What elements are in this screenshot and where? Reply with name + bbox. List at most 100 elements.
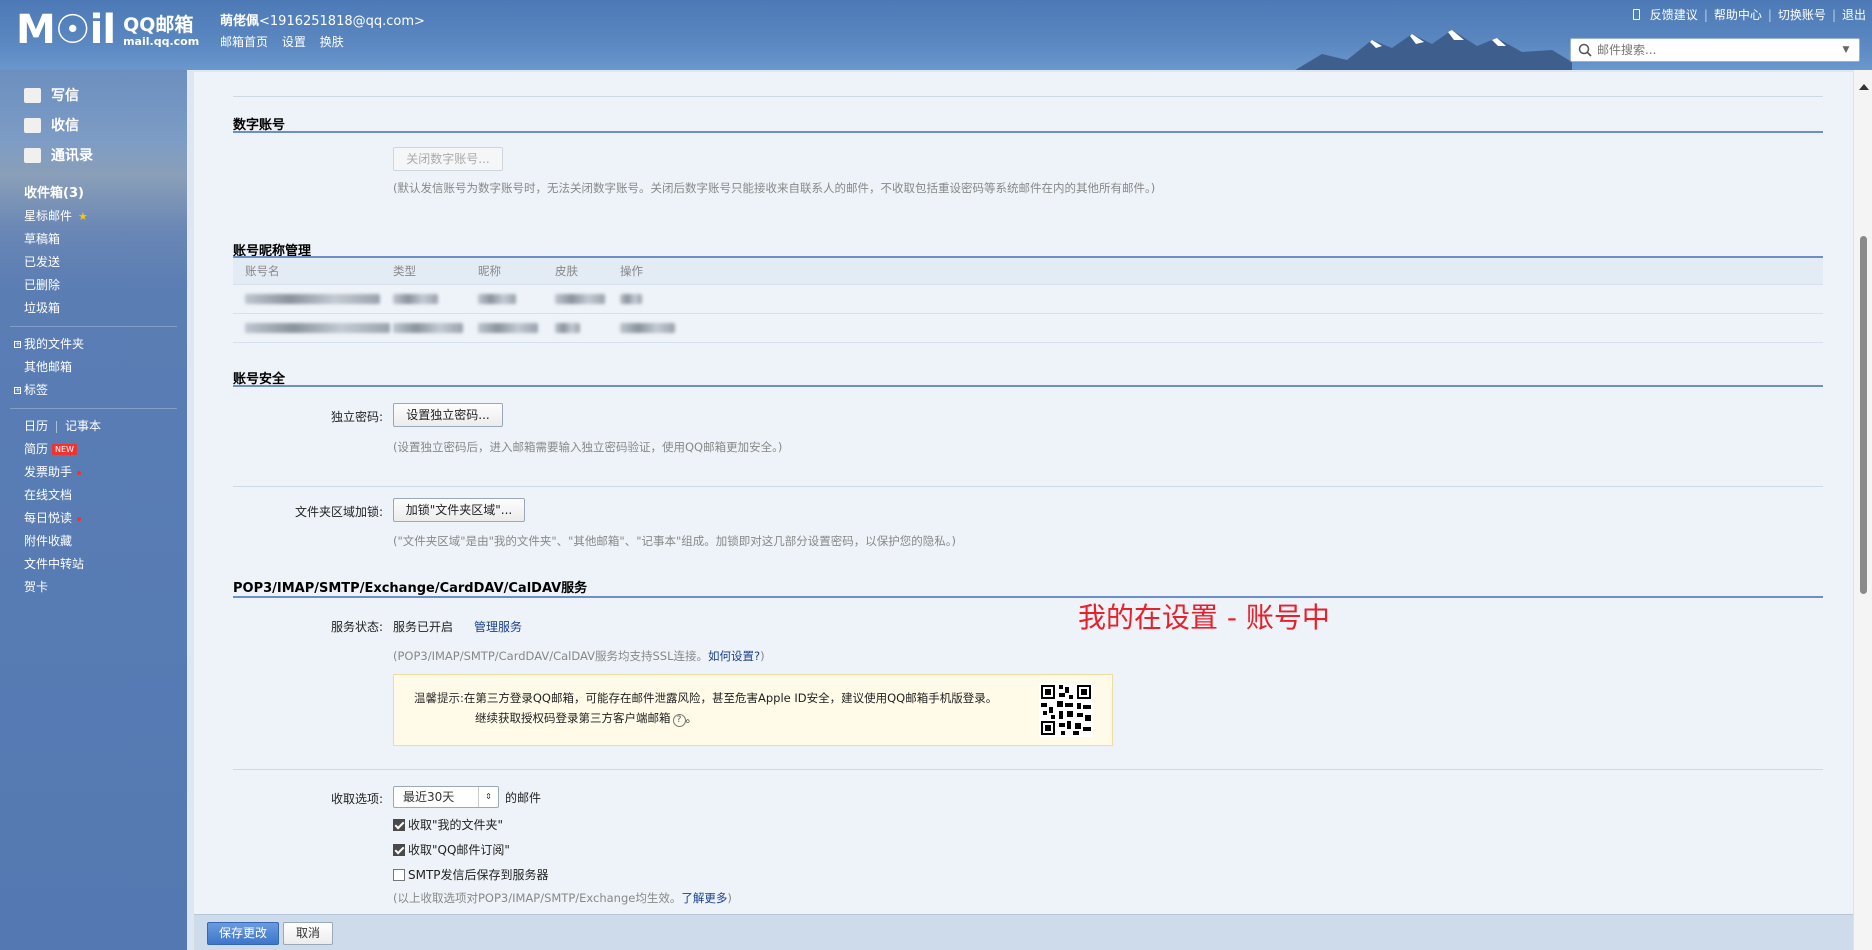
independent-password-label: 独立密码: xyxy=(330,410,383,424)
search-input[interactable] xyxy=(1597,43,1839,57)
learn-more-link[interactable]: 了解更多 xyxy=(681,891,727,905)
table-row xyxy=(233,285,1823,314)
notice-prefix: 温馨提示: xyxy=(414,691,464,705)
scroll-thumb[interactable] xyxy=(1860,236,1867,594)
sidebar-drafts[interactable]: 草稿箱 xyxy=(24,228,187,251)
sidebar-invoice[interactable]: 发票助手 xyxy=(24,461,187,484)
service-status-label: 服务状态: xyxy=(330,620,383,634)
fetch-options-label: 收取选项: xyxy=(330,792,383,806)
pop-imap-title: POP3/IMAP/SMTP/Exchange/CardDAV/CalDAV服务 xyxy=(233,581,588,596)
lock-folders-button[interactable]: 加锁"文件夹区域"... xyxy=(393,498,525,522)
digital-account-hint: (默认发信账号为数字账号时，无法关闭数字账号。关闭后数字账号只能接收来自联系人的… xyxy=(393,181,1156,195)
password-hint: (设置独立密码后，进入邮箱需要输入独立密码验证，使用QQ邮箱更加安全。) xyxy=(393,440,783,454)
col-nickname: 昵称 xyxy=(478,264,501,278)
qq-mail-logo[interactable]: M☉il QQ邮箱 mail.qq.com xyxy=(16,10,199,50)
checkbox-checked-icon[interactable] xyxy=(393,843,405,856)
red-dot-icon xyxy=(77,516,82,521)
sidebar-online-docs[interactable]: 在线文档 xyxy=(24,484,187,507)
link-help[interactable]: 帮助中心 xyxy=(1714,6,1762,23)
notice-line2[interactable]: 继续获取授权码登录第三方客户端邮箱 xyxy=(475,711,671,725)
sidebar-deleted[interactable]: 已删除 xyxy=(24,274,187,297)
action-bar: 保存更改 取消 xyxy=(194,914,1853,950)
how-to-setup-link[interactable]: 如何设置? xyxy=(708,649,760,663)
sidebar-compose[interactable]: 写信 xyxy=(24,80,187,110)
section-line xyxy=(233,596,1823,598)
cancel-button[interactable]: 取消 xyxy=(283,922,333,945)
sidebar-inbox[interactable]: 收件箱(3) xyxy=(24,182,187,205)
table-header: 账号名 类型 昵称 皮肤 操作 xyxy=(233,258,1823,285)
expand-icon[interactable]: + xyxy=(14,387,21,394)
sidebar-attachments[interactable]: 附件收藏 xyxy=(24,530,187,553)
check-my-folders[interactable]: 收取"我的文件夹" xyxy=(393,816,503,833)
link-settings[interactable]: 设置 xyxy=(282,35,306,49)
help-icon[interactable]: ? xyxy=(672,714,686,727)
sidebar-spam[interactable]: 垃圾箱 xyxy=(24,297,187,320)
contacts-icon xyxy=(24,147,41,163)
ssl-hint: (POP3/IMAP/SMTP/CardDAV/CalDAV服务均支持SSL连接… xyxy=(393,649,765,663)
manage-service-link[interactable]: 管理服务 xyxy=(474,618,522,635)
top-header: M☉il QQ邮箱 mail.qq.com 萌佬佩<1916251818@qq.… xyxy=(0,0,1872,70)
sidebar-contacts[interactable]: 通讯录 xyxy=(24,140,187,170)
sidebar-notes[interactable]: 记事本 xyxy=(65,415,101,438)
qr-code-icon xyxy=(1039,683,1093,737)
save-button[interactable]: 保存更改 xyxy=(207,922,279,945)
receive-icon xyxy=(24,117,41,133)
settings-panel: 数字账号 关闭数字账号... (默认发信账号为数字账号时，无法关闭数字账号。关闭… xyxy=(187,70,1853,950)
sidebar-other-mailboxes[interactable]: 其他邮箱 xyxy=(24,356,187,379)
col-action: 操作 xyxy=(620,264,643,278)
fetch-suffix: 的邮件 xyxy=(505,791,542,805)
link-feedback[interactable]: 反馈建议 xyxy=(1650,6,1698,23)
sidebar-file-transfer[interactable]: 文件中转站 xyxy=(24,553,187,576)
sidebar-receive[interactable]: 收信 xyxy=(24,110,187,140)
fetch-range-select[interactable]: 最近30天 ⇕ xyxy=(393,786,499,808)
set-password-button[interactable]: 设置独立密码... xyxy=(393,403,503,427)
sidebar-starred[interactable]: 星标邮件 ★ xyxy=(24,205,187,228)
annotation-text: 我的在设置 - 账号中 xyxy=(1078,601,1330,634)
folder-lock-hint: ("文件夹区域"是由"我的文件夹"、"其他邮箱"、"记事本"组成。加锁即对这几部… xyxy=(393,534,957,548)
scrollbar[interactable] xyxy=(1853,70,1872,950)
notice-line1: 在第三方登录QQ邮箱，可能存在邮件泄露风险，甚至危害Apple ID安全，建议使… xyxy=(463,691,998,705)
expand-icon[interactable]: + xyxy=(14,341,21,348)
mountain-banner xyxy=(1295,30,1572,70)
col-type: 类型 xyxy=(393,264,416,278)
sidebar-sent[interactable]: 已发送 xyxy=(24,251,187,274)
user-email: <1916251818@qq.com> xyxy=(259,14,425,29)
divider xyxy=(233,96,1823,97)
sidebar-my-folders[interactable]: + 我的文件夹 xyxy=(14,333,187,356)
chevron-down-icon[interactable]: ▼ xyxy=(1839,43,1853,57)
compose-icon xyxy=(24,87,41,103)
sidebar-cards[interactable]: 贺卡 xyxy=(24,576,187,599)
checkbox-unchecked-icon[interactable] xyxy=(393,868,405,881)
link-switch-account[interactable]: 切换账号 xyxy=(1778,6,1826,23)
user-info: 萌佬佩<1916251818@qq.com> 邮箱首页 设置 换肤 xyxy=(220,13,425,51)
sidebar-resume[interactable]: 简历 NEW xyxy=(24,438,187,461)
link-logout[interactable]: 退出 xyxy=(1842,6,1866,23)
check-qq-subscription[interactable]: 收取"QQ邮件订阅" xyxy=(393,841,510,858)
divider xyxy=(233,769,1823,770)
red-dot-icon xyxy=(77,470,82,475)
user-name: 萌佬佩 xyxy=(220,14,260,29)
col-skin: 皮肤 xyxy=(555,264,578,278)
scroll-up-arrow-icon[interactable] xyxy=(1859,84,1869,90)
search-icon xyxy=(1578,43,1592,57)
warning-notice: 温馨提示:在第三方登录QQ邮箱，可能存在邮件泄露风险，甚至危害Apple ID安… xyxy=(393,674,1113,746)
mobile-icon[interactable] xyxy=(1632,9,1640,20)
sidebar-divider xyxy=(10,408,177,409)
divider xyxy=(233,486,1823,487)
link-skin[interactable]: 换肤 xyxy=(320,35,344,49)
sidebar-divider xyxy=(10,326,177,327)
sidebar-calendar[interactable]: 日历 xyxy=(24,415,48,438)
link-mail-home[interactable]: 邮箱首页 xyxy=(220,35,268,49)
sidebar-daily-read[interactable]: 每日悦读 xyxy=(24,507,187,530)
check-smtp-save[interactable]: SMTP发信后保存到服务器 xyxy=(393,866,549,883)
close-digital-account-button[interactable]: 关闭数字账号... xyxy=(393,147,503,171)
col-account: 账号名 xyxy=(245,264,280,278)
logo-brand: QQ邮箱 xyxy=(123,14,194,36)
mail-search[interactable]: ▼ xyxy=(1570,38,1860,62)
stepper-arrows-icon: ⇕ xyxy=(478,787,498,807)
star-icon: ★ xyxy=(78,210,88,223)
service-status: 服务已开启 xyxy=(393,620,454,634)
sidebar-tags[interactable]: + 标签 xyxy=(14,379,187,402)
sidebar: 写信 收信 通讯录 收件箱(3) 星标邮件 ★ 草稿箱 已发送 已删除 垃圾箱 +… xyxy=(0,70,187,950)
checkbox-checked-icon[interactable] xyxy=(393,818,405,831)
